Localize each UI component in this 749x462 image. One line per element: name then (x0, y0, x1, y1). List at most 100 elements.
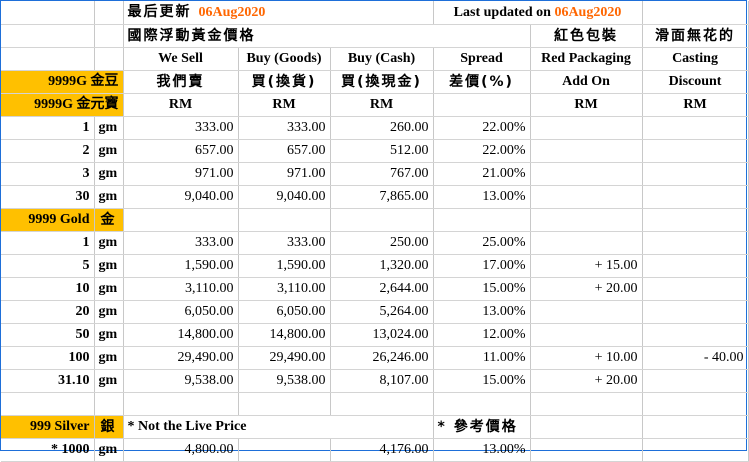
row-weight: 1 (1, 116, 95, 140)
table-row: 20 gm 6,050.00 6,050.00 5,264.00 13.00% (1, 300, 749, 324)
section-row-999-silver: 999 Silver 銀 * Not the Live Price * 參考價格 (1, 415, 749, 439)
row-we-sell: 29,490.00 (123, 346, 239, 370)
row-add-on (530, 323, 643, 347)
row-we-sell: 14,800.00 (123, 323, 239, 347)
row-add-on: + 20.00 (530, 277, 643, 301)
row-spread: 13.00% (433, 300, 531, 324)
row-buy-cash: 260.00 (330, 116, 434, 140)
table-row: 3 gm 971.00 971.00 767.00 21.00% (1, 162, 749, 186)
table-row: 31.10 gm 9,538.00 9,538.00 8,107.00 15.00% + 2… (1, 369, 749, 393)
row-buy-cash: 8,107.00 (330, 369, 434, 393)
we-sell-header: We Sell (123, 47, 239, 71)
header-row-5: 9999G 金元寶 RM RM RM RM RM (1, 93, 749, 117)
buy-goods-cn-header: 買(換貨) (238, 70, 331, 94)
row-discount (642, 277, 749, 301)
row-spread: 22.00% (433, 116, 531, 140)
price-sheet: 最后更新 06Aug2020 Last updated on 06Aug2020… (0, 0, 749, 462)
row-buy-cash: 13,024.00 (330, 323, 434, 347)
row-buy-goods: 333.00 (238, 116, 331, 140)
unit-buy-cash: RM (330, 93, 434, 117)
row-add-on (530, 300, 643, 324)
row-spread: 12.00% (433, 323, 531, 347)
section-9999-gold: 9999 Gold (1, 208, 95, 232)
last-update-cell: 最后更新 06Aug2020 (123, 1, 434, 25)
row-buy-goods: 971.00 (238, 162, 331, 186)
row-spread: 25.00% (433, 231, 531, 255)
row-discount (642, 300, 749, 324)
row-unit: gm (94, 231, 124, 255)
silver-row: * 1000 gm 4,800.00 4,176.00 13.00% (1, 438, 749, 462)
row-discount (642, 323, 749, 347)
row-we-sell: 9,040.00 (123, 185, 239, 209)
silver-buy-cash: 4,176.00 (330, 438, 434, 462)
row-we-sell: 1,590.00 (123, 254, 239, 278)
row-weight: 3 (1, 162, 95, 186)
row-weight: 30 (1, 185, 95, 209)
row-weight: 1 (1, 231, 95, 255)
update-date: 06Aug2020 (198, 5, 266, 20)
silver-we-sell: 4,800.00 (123, 438, 239, 462)
row-spread: 17.00% (433, 254, 531, 278)
row-add-on: + 15.00 (530, 254, 643, 278)
row-weight: 5 (1, 254, 95, 278)
row-add-on (530, 116, 643, 140)
casting-header: Casting (642, 47, 749, 71)
buy-cash-header: Buy (Cash) (330, 47, 434, 71)
row-spread: 15.00% (433, 369, 531, 393)
table-row: 1 gm 333.00 333.00 250.00 25.00% (1, 231, 749, 255)
row-buy-goods: 14,800.00 (238, 323, 331, 347)
table-row: 1 gm 333.00 333.00 260.00 22.00% (1, 116, 749, 140)
row-we-sell: 971.00 (123, 162, 239, 186)
red-packaging-cn-header: 紅色包裝 (530, 24, 643, 48)
row-buy-cash: 250.00 (330, 231, 434, 255)
row-unit: gm (94, 277, 124, 301)
row-we-sell: 333.00 (123, 116, 239, 140)
table-row: 2 gm 657.00 657.00 512.00 22.00% (1, 139, 749, 163)
table-row: 10 gm 3,110.00 3,110.00 2,644.00 15.00% + 20.0… (1, 277, 749, 301)
row-unit: gm (94, 162, 124, 186)
silver-unit: gm (94, 438, 124, 462)
row-unit: gm (94, 369, 124, 393)
row-weight: 100 (1, 346, 95, 370)
row-buy-cash: 5,264.00 (330, 300, 434, 324)
add-on-header: Add On (530, 70, 643, 94)
row-we-sell: 6,050.00 (123, 300, 239, 324)
row-unit: gm (94, 254, 124, 278)
row-we-sell: 657.00 (123, 139, 239, 163)
we-sell-cn-header: 我們賣 (123, 70, 239, 94)
buy-goods-header: Buy (Goods) (238, 47, 331, 71)
row-buy-goods: 6,050.00 (238, 300, 331, 324)
header-row-2: 國際浮動黃金價格 紅色包裝 滑面無花的 (1, 24, 749, 48)
unit-buy-goods: RM (238, 93, 331, 117)
reference-price-note: * 參考價格 (433, 415, 531, 439)
row-buy-goods: 9,040.00 (238, 185, 331, 209)
section-999-silver-cn: 銀 (94, 415, 124, 439)
row-weight: 2 (1, 139, 95, 163)
row-unit: gm (94, 139, 124, 163)
spread-cn-header: 差價(%) (433, 70, 531, 94)
table-row: 30 gm 9,040.00 9,040.00 7,865.00 13.00% (1, 185, 749, 209)
row-discount (642, 162, 749, 186)
row-we-sell: 3,110.00 (123, 277, 239, 301)
row-unit: gm (94, 116, 124, 140)
row-buy-cash: 7,865.00 (330, 185, 434, 209)
section-row-9999-gold: 9999 Gold 金 (1, 208, 749, 232)
price-table: 最后更新 06Aug2020 Last updated on 06Aug2020… (1, 1, 749, 462)
row-unit: gm (94, 346, 124, 370)
row-spread: 21.00% (433, 162, 531, 186)
section-9999g-1: 9999G 金豆 (1, 70, 124, 94)
blank-row (1, 392, 749, 416)
table-row: 100 gm 29,490.00 29,490.00 26,246.00 11.00% + … (1, 346, 749, 370)
section-999-silver: 999 Silver (1, 415, 95, 439)
row-buy-goods: 1,590.00 (238, 254, 331, 278)
silver-buy-goods (238, 438, 331, 462)
row-weight: 10 (1, 277, 95, 301)
row-buy-goods: 29,490.00 (238, 346, 331, 370)
row-buy-goods: 3,110.00 (238, 277, 331, 301)
last-update-label: 最后更新 (127, 4, 192, 20)
row-buy-goods: 333.00 (238, 231, 331, 255)
row-weight: 31.10 (1, 369, 95, 393)
page-title: 國際浮動黃金價格 (123, 24, 531, 48)
row-buy-cash: 2,644.00 (330, 277, 434, 301)
row-discount: - 40.00 (642, 346, 749, 370)
